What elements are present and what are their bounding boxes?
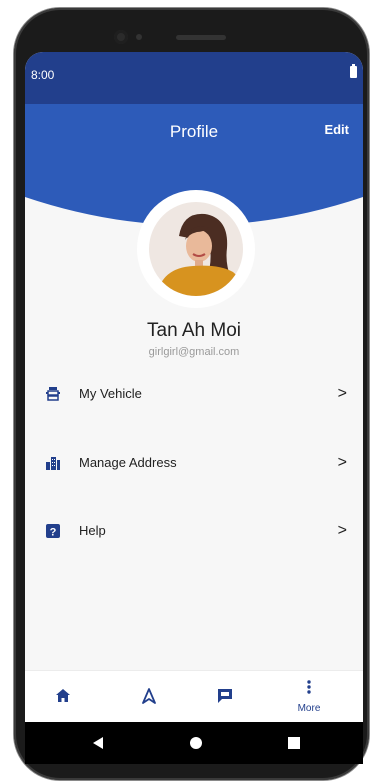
navigation-icon bbox=[142, 688, 156, 704]
nav-home-button[interactable] bbox=[33, 671, 93, 722]
profile-email: girlgirl@gmail.com bbox=[148, 346, 240, 358]
camera-icon bbox=[114, 30, 128, 44]
system-back-button[interactable] bbox=[73, 722, 123, 764]
battery-icon bbox=[350, 64, 357, 78]
menu-item-my-vehicle[interactable]: My Vehicle > bbox=[25, 374, 363, 414]
chevron-right-icon: > bbox=[337, 454, 347, 471]
status-time: 8:00 bbox=[31, 68, 55, 82]
bottom-nav: More bbox=[25, 670, 363, 722]
avatar-photo bbox=[149, 202, 243, 296]
page-title: Profile bbox=[169, 122, 219, 141]
chevron-right-icon: > bbox=[337, 385, 347, 402]
menu-item-manage-address[interactable]: Manage Address > bbox=[25, 443, 363, 483]
nav-more-label: More bbox=[297, 703, 321, 714]
more-icon bbox=[307, 680, 311, 694]
system-home-button[interactable] bbox=[171, 722, 221, 764]
chat-icon bbox=[218, 689, 232, 703]
edit-button[interactable]: Edit bbox=[324, 122, 349, 137]
help-icon: ? bbox=[46, 524, 60, 539]
building-icon bbox=[46, 457, 60, 470]
profile-name: Tan Ah Moi bbox=[147, 320, 241, 341]
svg-text:?: ? bbox=[50, 527, 57, 539]
home-icon bbox=[56, 689, 70, 702]
chevron-right-icon: > bbox=[337, 522, 347, 539]
system-nav-bar bbox=[25, 722, 363, 764]
home-circle-icon bbox=[190, 737, 202, 749]
menu-item-label: Help bbox=[79, 523, 106, 538]
speaker-grille bbox=[176, 35, 226, 40]
app-screen: 8:00 Profile Edit Tan Ah Moi girlgirl@gm… bbox=[25, 52, 363, 722]
vehicle-icon bbox=[46, 387, 60, 401]
recents-icon bbox=[288, 737, 300, 749]
nav-navigation-button[interactable] bbox=[119, 671, 179, 722]
status-bar: 8:00 bbox=[25, 52, 363, 104]
nav-chat-button[interactable] bbox=[195, 671, 255, 722]
menu-item-help[interactable]: ? Help > bbox=[25, 511, 363, 551]
avatar[interactable] bbox=[149, 202, 243, 296]
menu-item-label: My Vehicle bbox=[79, 386, 142, 401]
phone-top-bezel bbox=[114, 28, 274, 50]
menu-item-label: Manage Address bbox=[79, 455, 177, 470]
system-recents-button[interactable] bbox=[269, 722, 319, 764]
back-icon bbox=[93, 737, 103, 749]
sensor-icon bbox=[136, 34, 142, 40]
nav-more-button[interactable]: More bbox=[279, 671, 339, 722]
